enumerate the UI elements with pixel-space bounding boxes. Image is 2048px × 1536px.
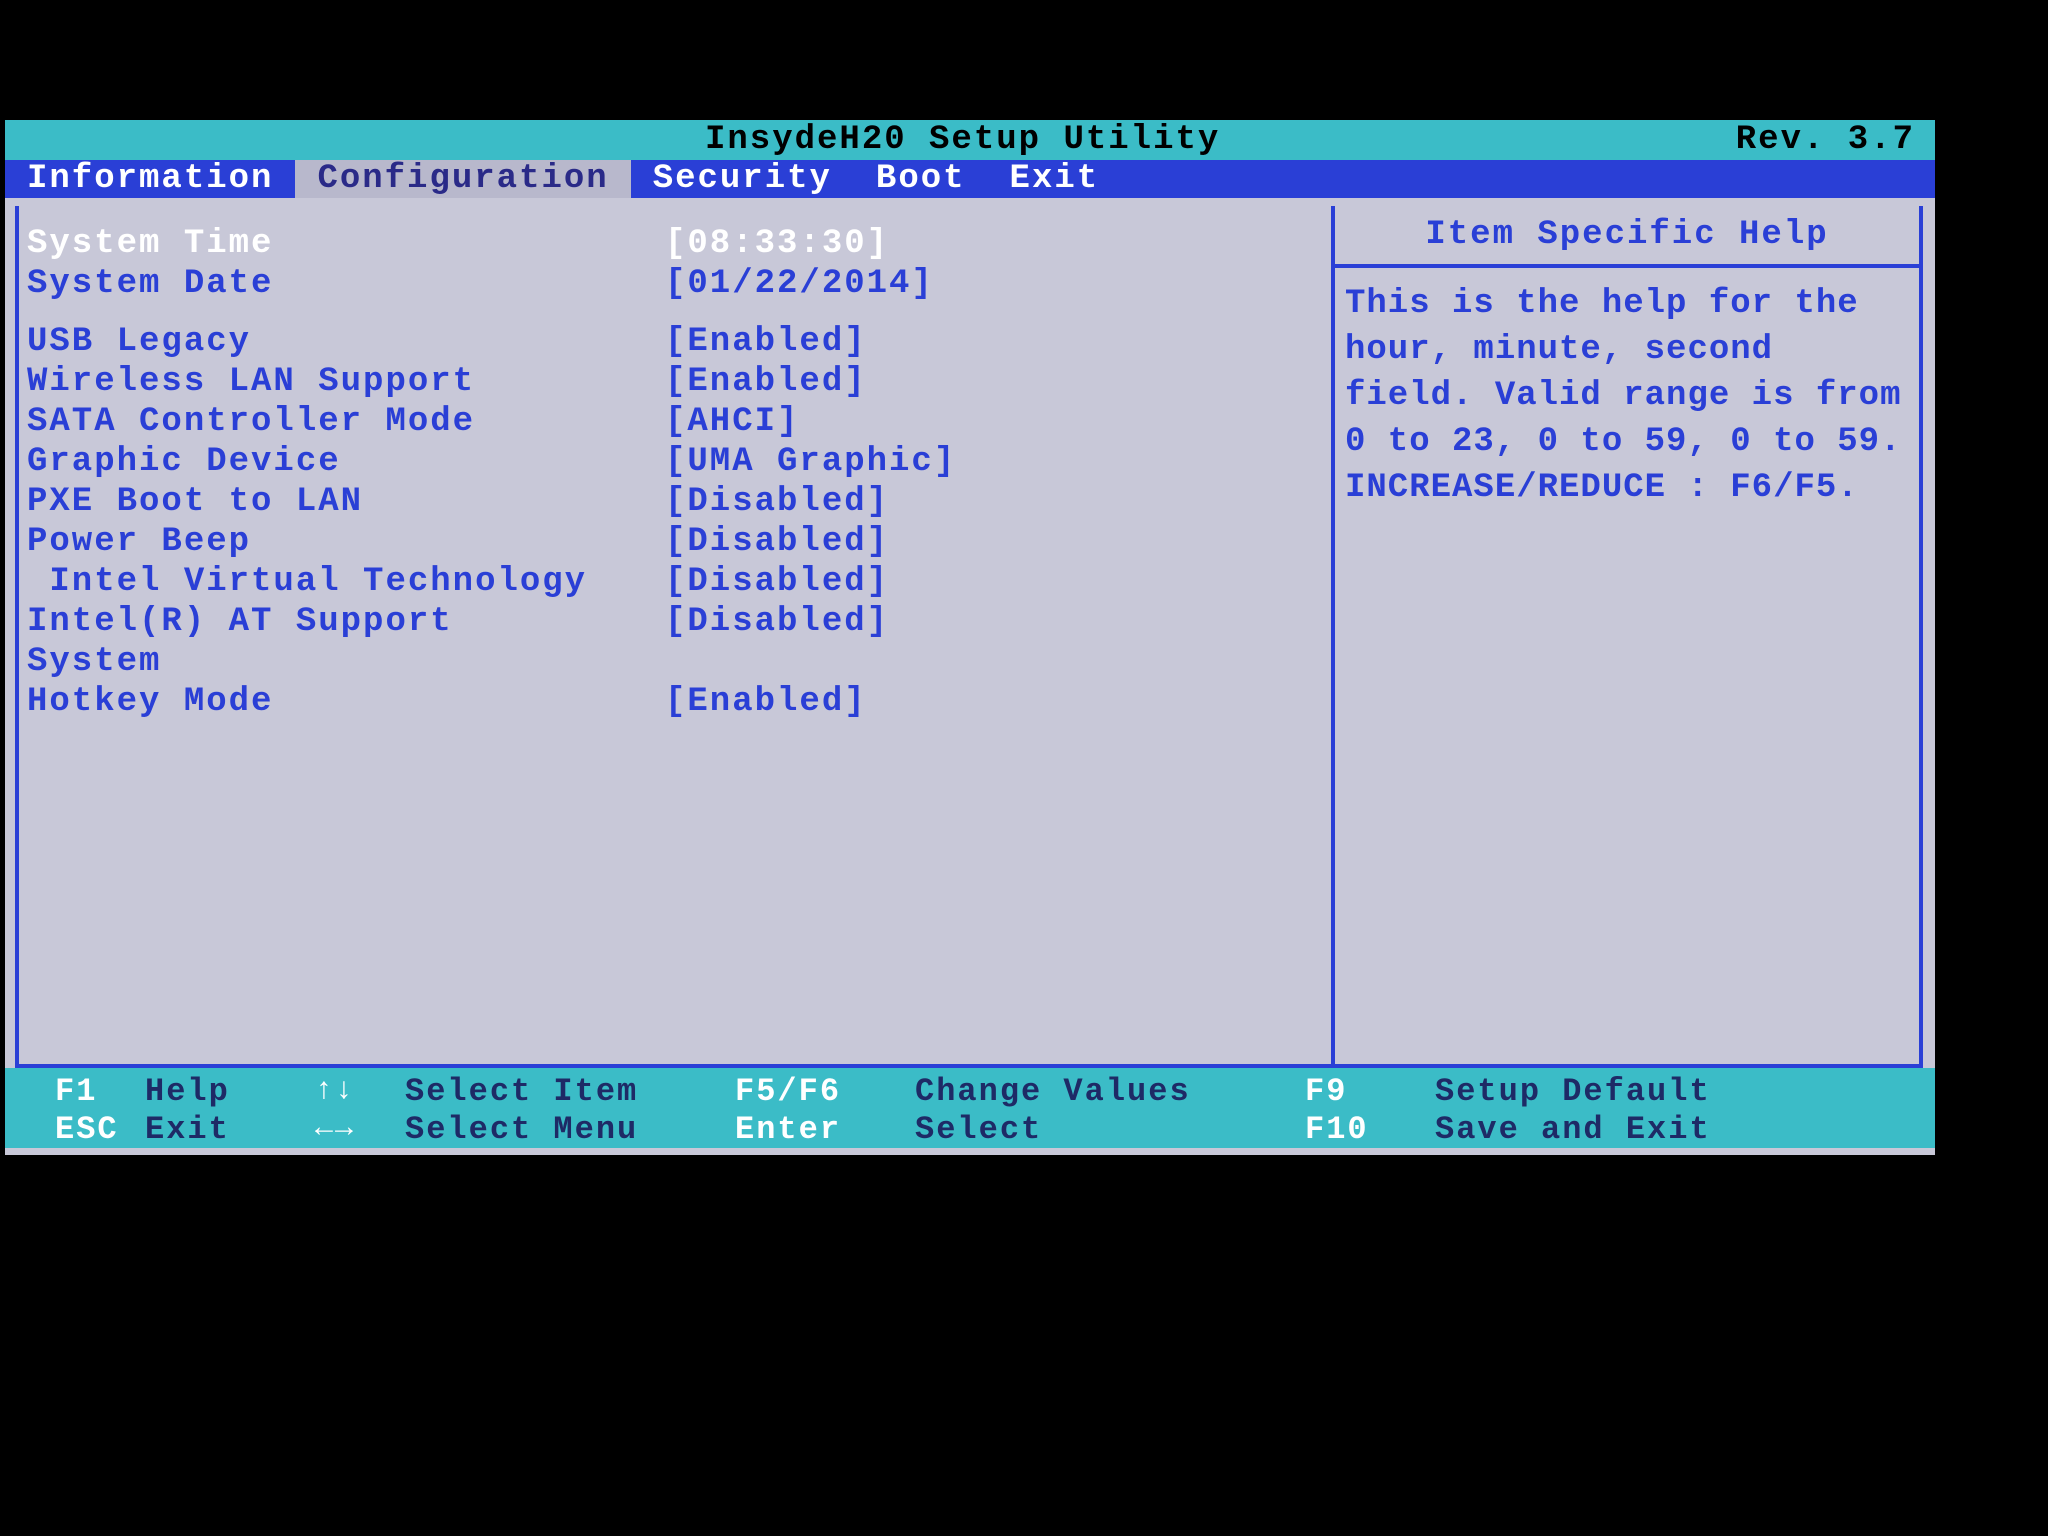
tab-boot[interactable]: Boot xyxy=(854,160,988,198)
setting-label: Graphic Device xyxy=(25,443,665,481)
setting-intel-vt[interactable]: Intel Virtual Technology [Disabled] xyxy=(25,562,1319,602)
setting-label: SATA Controller Mode xyxy=(25,403,665,441)
tab-bar: Information Configuration Security Boot … xyxy=(5,160,1935,198)
setting-pxe-boot[interactable]: PXE Boot to LAN [Disabled] xyxy=(25,482,1319,522)
tab-configuration[interactable]: Configuration xyxy=(295,160,630,198)
tab-information[interactable]: Information xyxy=(5,160,295,198)
setting-system-date[interactable]: System Date [01/22/2014] xyxy=(25,264,1319,304)
footer-desc-change-values: Change Values xyxy=(915,1073,1191,1110)
footer-key-f9[interactable]: F9 xyxy=(1305,1073,1347,1110)
setting-value[interactable]: [Enabled] xyxy=(665,683,867,721)
updown-arrows-icon: ↑↓ xyxy=(315,1074,355,1108)
setting-label: Wireless LAN Support xyxy=(25,363,665,401)
footer-key-f1[interactable]: F1 xyxy=(55,1073,97,1110)
setting-value[interactable]: [AHCI] xyxy=(665,403,799,441)
footer-key-esc[interactable]: ESC xyxy=(55,1111,119,1148)
setting-value[interactable]: [Enabled] xyxy=(665,363,867,401)
settings-pane: System Time [08:33:30] System Date [01/2… xyxy=(15,206,1335,1068)
setting-hotkey-mode[interactable]: Hotkey Mode [Enabled] xyxy=(25,682,1319,722)
setting-value[interactable]: [01/22/2014] xyxy=(665,265,934,303)
footer-desc-save-exit: Save and Exit xyxy=(1435,1111,1711,1148)
bios-screen: InsydeH20 Setup Utility Rev. 3.7 Informa… xyxy=(5,120,1935,1155)
setting-value[interactable]: [08:33:30] xyxy=(665,225,889,263)
setting-label: System xyxy=(25,643,665,681)
setting-system-submenu[interactable]: System xyxy=(25,642,1319,682)
help-body: This is the help for the hour, minute, s… xyxy=(1335,268,1919,525)
setting-value[interactable]: [Disabled] xyxy=(665,603,889,641)
leftright-arrows-icon: ←→ xyxy=(315,1112,355,1146)
setting-intel-at[interactable]: Intel(R) AT Support [Disabled] xyxy=(25,602,1319,642)
setting-value[interactable]: [Disabled] xyxy=(665,483,889,521)
setting-value[interactable]: [Enabled] xyxy=(665,323,867,361)
setting-label: PXE Boot to LAN xyxy=(25,483,665,521)
footer-key-enter[interactable]: Enter xyxy=(735,1111,841,1148)
setting-usb-legacy[interactable]: USB Legacy [Enabled] xyxy=(25,322,1319,362)
setting-label: Power Beep xyxy=(25,523,665,561)
setting-label: System Time xyxy=(25,225,665,263)
title-bar: InsydeH20 Setup Utility Rev. 3.7 xyxy=(5,120,1935,160)
setting-label: System Date xyxy=(25,265,665,303)
footer-key-f10[interactable]: F10 xyxy=(1305,1111,1369,1148)
footer-desc-select-item: Select Item xyxy=(405,1073,638,1110)
app-title: InsydeH20 Setup Utility xyxy=(705,121,1220,159)
setting-sata-mode[interactable]: SATA Controller Mode [AHCI] xyxy=(25,402,1319,442)
help-title-bar: Item Specific Help xyxy=(1335,206,1919,268)
setting-label: USB Legacy xyxy=(25,323,665,361)
revision-label: Rev. 3.7 xyxy=(1736,121,1915,159)
setting-graphic-device[interactable]: Graphic Device [UMA Graphic] xyxy=(25,442,1319,482)
setting-value[interactable]: [Disabled] xyxy=(665,523,889,561)
tab-exit[interactable]: Exit xyxy=(988,160,1122,198)
help-title: Item Specific Help xyxy=(1425,216,1828,254)
setting-label: Intel Virtual Technology xyxy=(25,563,665,601)
footer-desc-exit: Exit xyxy=(145,1111,230,1148)
footer-desc-select-menu: Select Menu xyxy=(405,1111,638,1148)
setting-power-beep[interactable]: Power Beep [Disabled] xyxy=(25,522,1319,562)
spacer xyxy=(25,304,1319,322)
setting-value[interactable]: [Disabled] xyxy=(665,563,889,601)
help-pane: Item Specific Help This is the help for … xyxy=(1335,206,1923,1068)
main-area: System Time [08:33:30] System Date [01/2… xyxy=(5,198,1935,1068)
footer-desc-select: Select xyxy=(915,1111,1042,1148)
setting-value[interactable]: [UMA Graphic] xyxy=(665,443,956,481)
setting-label: Hotkey Mode xyxy=(25,683,665,721)
footer-bar: F1 Help ↑↓ Select Item F5/F6 Change Valu… xyxy=(5,1068,1935,1148)
setting-system-time[interactable]: System Time [08:33:30] xyxy=(25,224,1319,264)
tab-security[interactable]: Security xyxy=(631,160,854,198)
setting-label: Intel(R) AT Support xyxy=(25,603,665,641)
footer-desc-setup-default: Setup Default xyxy=(1435,1073,1711,1110)
setting-wlan-support[interactable]: Wireless LAN Support [Enabled] xyxy=(25,362,1319,402)
footer-key-f5f6[interactable]: F5/F6 xyxy=(735,1073,841,1110)
footer-desc-help: Help xyxy=(145,1073,230,1110)
